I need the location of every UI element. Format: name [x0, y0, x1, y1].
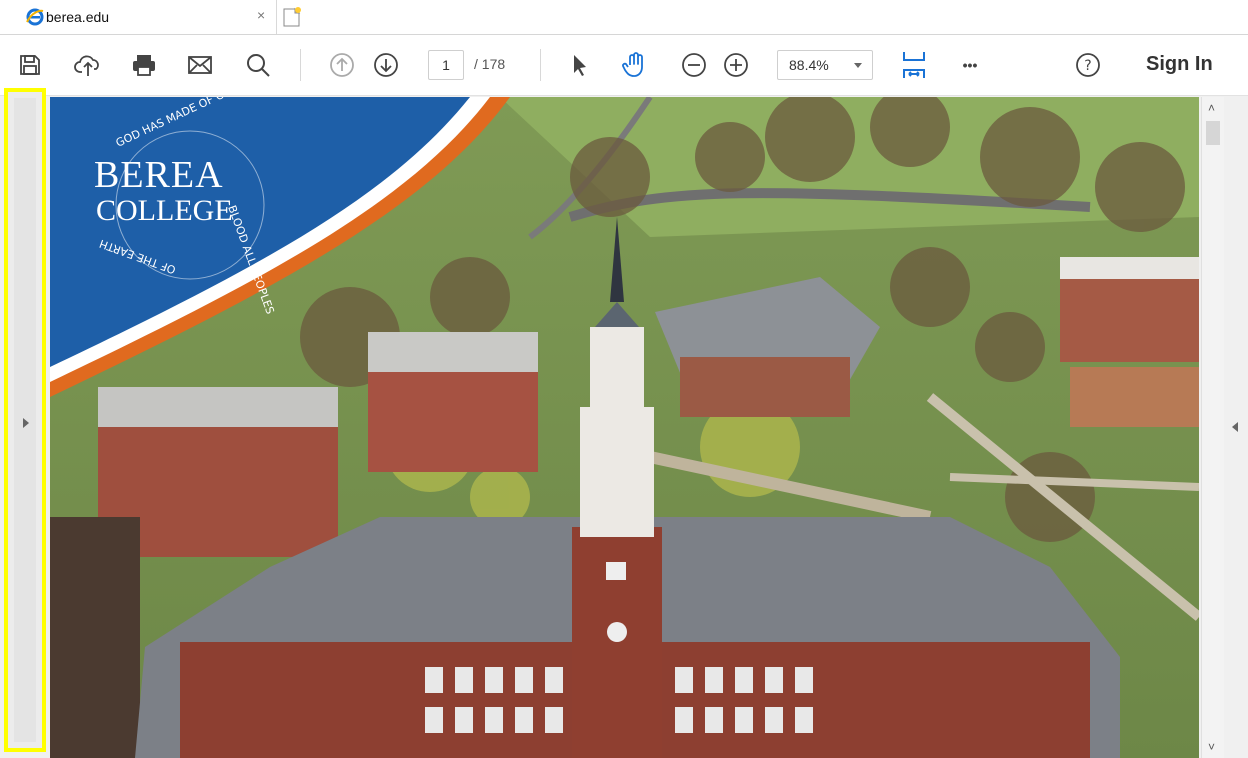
email-icon[interactable] [186, 51, 214, 79]
toolbar-separator [300, 49, 301, 81]
zoom-out-icon[interactable] [680, 51, 708, 79]
pdf-toolbar: 1 / 178 88.4% ••• ? Sign In [0, 35, 1248, 96]
next-page-icon[interactable] [372, 51, 400, 79]
hand-tool-icon[interactable] [622, 51, 650, 79]
ie-icon [26, 8, 44, 26]
tab-title: berea.edu [46, 9, 110, 25]
tab-strip: berea.edu × [0, 0, 1248, 35]
fit-width-icon[interactable] [900, 51, 928, 79]
zoom-select[interactable]: 88.4% [777, 50, 873, 80]
new-tab-icon[interactable] [281, 6, 303, 28]
page-number-input[interactable]: 1 [428, 50, 464, 80]
right-panel-toggle-area[interactable] [1224, 97, 1248, 758]
chevron-right-icon[interactable] [23, 418, 29, 428]
more-options-icon[interactable]: ••• [956, 51, 984, 79]
select-cursor-icon[interactable] [566, 51, 594, 79]
previous-page-icon[interactable] [328, 51, 356, 79]
sign-in-link[interactable]: Sign In [1146, 53, 1213, 76]
zoom-value: 88.4% [789, 57, 829, 73]
toolbar-separator [540, 49, 541, 81]
zoom-in-icon[interactable] [722, 51, 750, 79]
upload-cloud-icon[interactable] [74, 51, 102, 79]
logo-text: BEREA COLLEGE [94, 154, 233, 229]
scrollbar-thumb[interactable] [1206, 121, 1220, 145]
save-icon[interactable] [16, 51, 44, 79]
logo-line-1: BEREA [94, 154, 224, 196]
browser-tab[interactable]: berea.edu × [0, 0, 277, 34]
logo-line-2: COLLEGE [96, 194, 233, 227]
chevron-down-icon [854, 63, 862, 68]
print-icon[interactable] [130, 51, 158, 79]
help-icon[interactable]: ? [1074, 51, 1102, 79]
close-tab-icon[interactable]: × [257, 7, 265, 23]
scroll-down-icon[interactable]: ˅ [1208, 740, 1215, 754]
search-icon[interactable] [244, 51, 272, 79]
scroll-up-icon[interactable]: ˄ [1208, 101, 1215, 115]
page-total: / 178 [474, 56, 506, 72]
pdf-page: GOD HAS MADE OF ONE BLOOD ALL PEOPLES OF… [50, 97, 1199, 758]
svg-text:?: ? [1084, 58, 1091, 74]
vertical-scrollbar[interactable]: ˄ ˅ [1201, 97, 1224, 758]
left-panel-toggle-area[interactable] [4, 88, 46, 752]
chevron-left-icon[interactable] [1232, 422, 1238, 432]
